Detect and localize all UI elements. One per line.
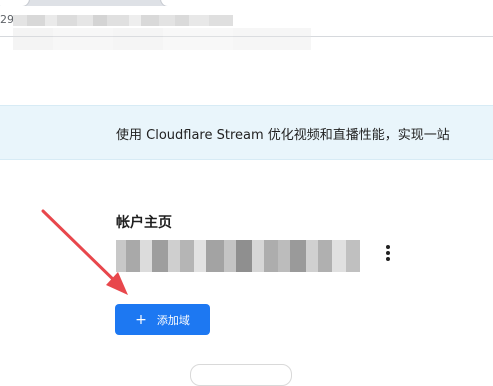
promo-banner[interactable]: 使用 Cloudflare Stream 优化视频和直播性能，实现一站 <box>0 105 493 160</box>
url-prefix: 29 <box>0 13 14 26</box>
redacted-url <box>13 15 233 26</box>
redacted-account-email <box>116 240 371 272</box>
add-domain-label: 添加域 <box>156 313 190 327</box>
add-domain-button[interactable]: + 添加域 <box>115 304 210 335</box>
banner-text: 使用 Cloudflare Stream 优化视频和直播性能，实现一站 <box>116 128 450 143</box>
more-vertical-icon[interactable] <box>383 243 393 265</box>
annotation-arrow-icon <box>41 209 128 295</box>
bottom-partial-element[interactable] <box>190 364 292 386</box>
plus-icon: + <box>135 311 147 328</box>
account-home-title: 帐户主页 <box>116 215 172 231</box>
redacted-url-shadow <box>13 28 311 50</box>
